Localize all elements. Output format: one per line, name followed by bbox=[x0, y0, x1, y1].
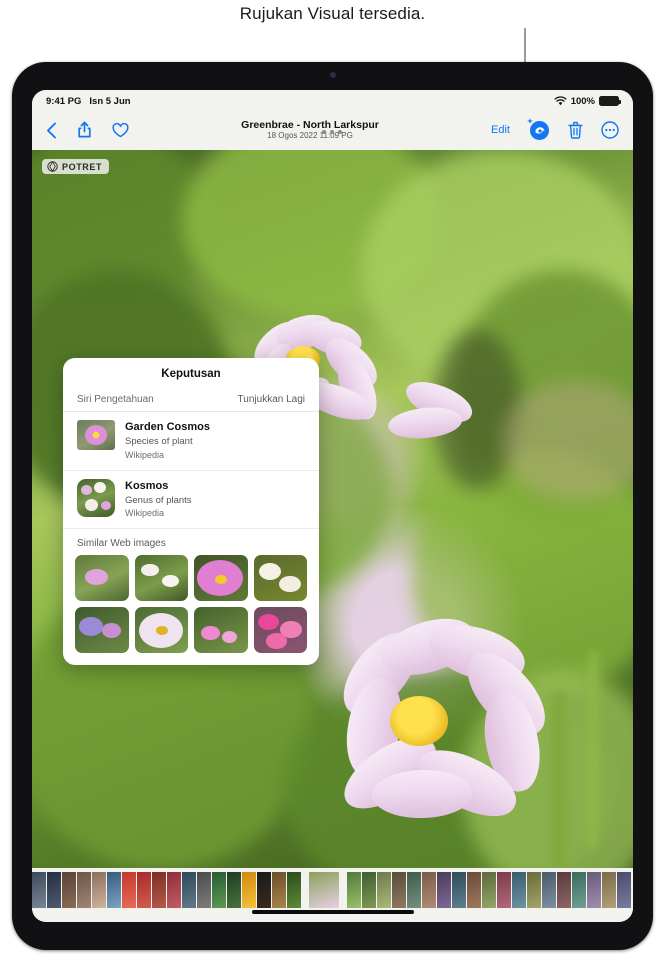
similar-images-grid bbox=[63, 555, 319, 654]
filmstrip-thumb[interactable] bbox=[167, 872, 181, 908]
status-badge: POTRET bbox=[42, 159, 110, 174]
filmstrip-thumb[interactable] bbox=[197, 872, 211, 908]
filmstrip-thumb[interactable] bbox=[32, 872, 46, 908]
filmstrip-thumb[interactable] bbox=[497, 872, 511, 908]
similar-images-label: Similar Web images bbox=[77, 538, 166, 550]
photo-toolbar: Greenbrae - North Larkspur 18 Ogos 2022 … bbox=[32, 110, 633, 150]
ellipsis-circle-icon[interactable] bbox=[601, 121, 619, 139]
status-date: Isn 5 Jun bbox=[89, 95, 131, 107]
filmstrip-thumb[interactable] bbox=[452, 872, 466, 908]
filmstrip-thumb[interactable] bbox=[557, 872, 571, 908]
chevron-left-icon[interactable] bbox=[46, 122, 57, 139]
front-camera-icon bbox=[329, 72, 336, 78]
filmstrip-thumb[interactable] bbox=[437, 872, 451, 908]
filmstrip-thumb[interactable] bbox=[122, 872, 136, 908]
filmstrip-thumb[interactable] bbox=[227, 872, 241, 908]
result-title: Kosmos bbox=[125, 479, 169, 492]
knowledge-section-label: Siri Pengetahuan bbox=[77, 394, 154, 405]
similar-image-thumb[interactable] bbox=[253, 607, 307, 654]
filmstrip-thumb[interactable] bbox=[422, 872, 436, 908]
knowledge-section-header: Siri Pengetahuan Tunjukkan Lagi bbox=[63, 388, 319, 412]
filmstrip-thumb[interactable] bbox=[542, 872, 556, 908]
result-row[interactable]: Garden Cosmos Species of plant Wikipedia bbox=[63, 412, 319, 471]
filmstrip-thumb[interactable] bbox=[137, 872, 151, 908]
photo-timestamp: 18 Ogos 2022 11:09 PG bbox=[267, 131, 353, 141]
result-subtitle: Species of plant bbox=[125, 435, 193, 447]
callout-label: Rujukan Visual tersedia. bbox=[239, 4, 426, 23]
garden-cosmos-thumb bbox=[77, 420, 115, 450]
filmstrip-thumbnails[interactable] bbox=[32, 872, 633, 908]
results-title: Keputusan bbox=[161, 368, 221, 380]
status-time: 9:41 PG bbox=[46, 95, 82, 107]
filmstrip-thumb[interactable] bbox=[107, 872, 121, 908]
filmstrip-thumb[interactable] bbox=[257, 872, 271, 908]
result-subtitle: Genus of plants bbox=[125, 494, 192, 506]
heart-icon[interactable] bbox=[112, 122, 129, 138]
similar-image-thumb[interactable] bbox=[134, 555, 188, 602]
filmstrip-thumb[interactable] bbox=[377, 872, 391, 908]
filmstrip-thumb[interactable] bbox=[47, 872, 61, 908]
filmstrip-thumb[interactable] bbox=[182, 872, 196, 908]
battery-icon bbox=[599, 96, 621, 106]
filmstrip-thumb[interactable] bbox=[587, 872, 601, 908]
filmstrip-thumb-selected[interactable] bbox=[309, 872, 339, 908]
filmstrip-thumb[interactable] bbox=[407, 872, 421, 908]
share-icon[interactable] bbox=[77, 121, 92, 139]
filmstrip-thumb[interactable] bbox=[242, 872, 256, 908]
filmstrip-thumb[interactable] bbox=[482, 872, 496, 908]
wifi-icon bbox=[554, 96, 567, 106]
result-source: Wikipedia bbox=[125, 508, 165, 519]
home-indicator bbox=[251, 910, 414, 914]
visual-lookup-results-panel: Keputusan Siri Pengetahuan Tunjukkan Lag… bbox=[63, 358, 319, 666]
filmstrip-thumb[interactable] bbox=[362, 872, 376, 908]
filmstrip-thumb[interactable] bbox=[92, 872, 106, 908]
portrait-aperture-icon bbox=[47, 161, 58, 172]
similar-image-thumb[interactable] bbox=[75, 607, 129, 654]
result-source: Wikipedia bbox=[125, 449, 165, 460]
photo-title-block: Greenbrae - North Larkspur 18 Ogos 2022 … bbox=[129, 119, 491, 141]
screenshot-root: Rujukan Visual tersedia. 9:41 PG Isn 5 J… bbox=[0, 0, 665, 979]
filmstrip-thumb[interactable] bbox=[617, 872, 631, 908]
similar-image-thumb[interactable] bbox=[253, 555, 307, 602]
visual-lookup-icon[interactable] bbox=[527, 118, 550, 141]
similar-image-thumb[interactable] bbox=[134, 607, 188, 654]
status-badge-label: POTRET bbox=[62, 161, 103, 172]
edit-button[interactable]: Edit bbox=[491, 124, 510, 136]
similar-image-thumb[interactable] bbox=[194, 607, 248, 654]
filmstrip-thumb[interactable] bbox=[572, 872, 586, 908]
similar-image-thumb[interactable] bbox=[194, 555, 248, 602]
device-screen: 9:41 PG Isn 5 Jun 100% Greenbrae - North… bbox=[32, 90, 633, 922]
ipad-device: 9:41 PG Isn 5 Jun 100% Greenbrae - North… bbox=[12, 62, 653, 950]
filmstrip-thumb[interactable] bbox=[77, 872, 91, 908]
photo-filmstrip[interactable] bbox=[32, 868, 633, 922]
filmstrip-thumb[interactable] bbox=[602, 872, 616, 908]
filmstrip-thumb[interactable] bbox=[272, 872, 286, 908]
grabber-dots-icon[interactable] bbox=[321, 130, 342, 134]
result-row[interactable]: Kosmos Genus of plants Wikipedia bbox=[63, 471, 319, 530]
filmstrip-thumb[interactable] bbox=[467, 872, 481, 908]
filmstrip-thumb[interactable] bbox=[392, 872, 406, 908]
page-title: Greenbrae - North Larkspur bbox=[241, 119, 379, 132]
trash-icon[interactable] bbox=[568, 121, 583, 139]
similar-image-thumb[interactable] bbox=[75, 555, 129, 602]
kosmos-thumb bbox=[77, 478, 115, 517]
filmstrip-thumb[interactable] bbox=[212, 872, 226, 908]
filmstrip-thumb[interactable] bbox=[62, 872, 76, 908]
filmstrip-thumb[interactable] bbox=[512, 872, 526, 908]
filmstrip-thumb[interactable] bbox=[347, 872, 361, 908]
status-bar: 9:41 PG Isn 5 Jun 100% bbox=[32, 90, 633, 110]
show-more-link[interactable]: Tunjukkan Lagi bbox=[238, 394, 305, 405]
filmstrip-thumb[interactable] bbox=[152, 872, 166, 908]
battery-percent-label: 100% bbox=[570, 95, 595, 107]
filmstrip-thumb[interactable] bbox=[287, 872, 301, 908]
photo-viewer[interactable]: POTRET Keputusan Siri Pengetahuan Tunjuk… bbox=[32, 150, 633, 868]
result-title: Garden Cosmos bbox=[125, 421, 210, 433]
filmstrip-thumb[interactable] bbox=[527, 872, 541, 908]
